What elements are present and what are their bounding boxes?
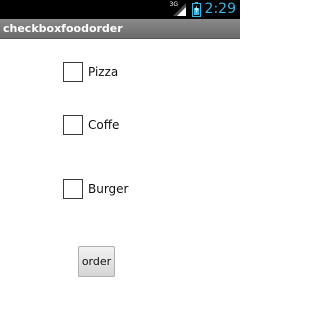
network-indicator: 3G bbox=[170, 2, 186, 17]
battery-icon bbox=[191, 2, 201, 17]
option-coffe[interactable]: Coffe bbox=[63, 114, 119, 136]
title-bar: checkboxfoodorder bbox=[0, 19, 240, 39]
option-burger[interactable]: Burger bbox=[63, 178, 129, 200]
status-time: 2:29 bbox=[204, 1, 236, 17]
order-button[interactable]: order bbox=[78, 246, 115, 277]
coffe-label: Coffe bbox=[88, 118, 120, 132]
burger-checkbox[interactable] bbox=[63, 179, 83, 199]
coffe-checkbox[interactable] bbox=[63, 115, 83, 135]
option-pizza[interactable]: Pizza bbox=[63, 61, 118, 83]
app-title: checkboxfoodorder bbox=[3, 22, 123, 35]
status-icons: 3G 2:29 bbox=[170, 0, 236, 19]
pizza-label: Pizza bbox=[88, 65, 119, 79]
pizza-checkbox[interactable] bbox=[63, 62, 83, 82]
signal-icon bbox=[172, 3, 186, 16]
status-bar: 3G 2:29 bbox=[0, 0, 240, 19]
burger-label: Burger bbox=[88, 182, 129, 196]
